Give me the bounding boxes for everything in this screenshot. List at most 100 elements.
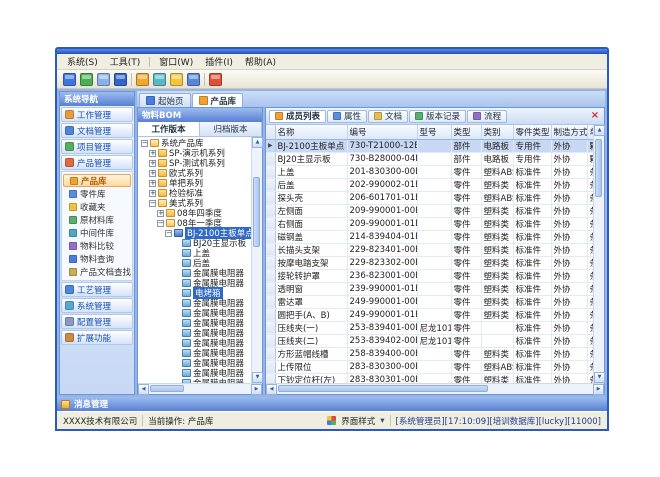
sidebar-item-0[interactable]: 产品库 <box>63 174 131 187</box>
sidebar-section-0[interactable]: 工作管理 <box>61 107 133 122</box>
sidebar-item-5[interactable]: 物料比较 <box>63 239 131 252</box>
scroll-left-icon[interactable] <box>266 384 277 395</box>
toolbar-message-icon[interactable] <box>170 73 183 86</box>
menu-help[interactable]: 帮助(A) <box>239 54 282 69</box>
table-row[interactable]: 上传限位283-830300-00E零件塑料ABS标准件外协条 <box>266 360 593 373</box>
detail-tab-4[interactable]: 流程 <box>467 110 507 123</box>
scrollbar-track[interactable] <box>252 148 262 372</box>
sidebar-item-7[interactable]: 产品文档查找 <box>63 265 131 278</box>
table-row[interactable]: 长描头支架229-823401-00E零件塑料类标准件外协条 <box>266 243 593 256</box>
table-row[interactable]: 左侧面209-990001-00E零件塑料类标准件外协条 <box>266 204 593 217</box>
scrollbar-thumb[interactable] <box>253 177 260 247</box>
scrollbar-thumb[interactable] <box>278 385 488 392</box>
minus-expander-icon[interactable]: − <box>141 140 148 147</box>
table-row[interactable]: 圆把手(A、B)249-990001-01E零件塑料类标准件外协条 <box>266 308 593 321</box>
toolbar-help-icon[interactable] <box>187 73 200 86</box>
minus-expander-icon[interactable]: − <box>149 200 156 207</box>
column-header[interactable]: 编号 <box>347 125 417 139</box>
scrollbar-thumb[interactable] <box>150 385 184 392</box>
table-row[interactable]: 接轮转护罩236-823001-00E零件塑料类标准件外协条 <box>266 269 593 282</box>
bom-version-tab-1[interactable]: 归档版本 <box>200 122 262 136</box>
message-panel-header[interactable]: 消息管理 <box>57 397 607 411</box>
sidebar-item-6[interactable]: 物料查询 <box>63 252 131 265</box>
column-header[interactable]: 类型 <box>451 125 481 139</box>
plus-expander-icon[interactable]: + <box>149 150 156 157</box>
plus-expander-icon[interactable]: + <box>149 190 156 197</box>
minus-expander-icon[interactable]: − <box>157 220 164 227</box>
column-header[interactable]: 零件类型 <box>513 125 551 139</box>
sidebar-section-5[interactable]: 系统管理 <box>61 298 133 313</box>
plus-expander-icon[interactable]: + <box>157 210 164 217</box>
menu-system[interactable]: 系统(S) <box>61 54 104 69</box>
table-row[interactable]: BJ20主显示板730-B28000-04E部件电路板专用件外协颗 <box>266 152 593 165</box>
scroll-right-icon[interactable] <box>251 384 262 395</box>
menu-window[interactable]: 窗口(W) <box>153 54 199 69</box>
scroll-down-icon[interactable] <box>252 372 263 383</box>
detail-tab-3[interactable]: 版本记录 <box>409 110 466 123</box>
chevron-down-icon[interactable] <box>380 416 384 426</box>
table-horizontal-scrollbar[interactable] <box>266 383 604 394</box>
scroll-up-icon[interactable] <box>594 125 605 136</box>
toolbar-forward-icon[interactable] <box>97 73 110 86</box>
detail-tab-1[interactable]: 属性 <box>327 110 367 123</box>
table-row[interactable]: 透明窗239-990001-01E零件塑料类标准件外协条 <box>266 282 593 295</box>
scroll-down-icon[interactable] <box>594 372 605 383</box>
toolbar-save-icon[interactable] <box>114 73 127 86</box>
sidebar-item-3[interactable]: 原材料库 <box>63 213 131 226</box>
tree-vertical-scrollbar[interactable] <box>251 137 262 383</box>
ui-style-selector[interactable]: 界面样式 <box>341 415 375 427</box>
scroll-up-icon[interactable] <box>252 137 263 148</box>
toolbar-home-icon[interactable] <box>63 73 76 86</box>
table-row[interactable]: 后盖202-990002-01E零件塑料类标准件外协条 <box>266 178 593 191</box>
plus-expander-icon[interactable]: + <box>149 160 156 167</box>
toolbar-back-icon[interactable] <box>80 73 93 86</box>
tab-0[interactable]: 起始页 <box>139 93 191 107</box>
table-row[interactable]: 按摩电踏支架229-823302-00E零件塑料类标准件外协条 <box>266 256 593 269</box>
plus-expander-icon[interactable]: + <box>149 170 156 177</box>
sidebar-section-1[interactable]: 文档管理 <box>61 123 133 138</box>
table-row[interactable]: 雷达罩249-990001-00E零件塑料类标准件外协条 <box>266 295 593 308</box>
table-row[interactable]: 上盖201-830300-00E零件塑料ABS标准件外协条 <box>266 165 593 178</box>
toolbar-exit-icon[interactable] <box>209 73 222 86</box>
sidebar-section-4[interactable]: 工艺管理 <box>61 282 133 297</box>
detail-tab-0[interactable]: 成员列表 <box>269 110 326 123</box>
table-row[interactable]: 下钞定位杆(左)283-830301-00E零件塑料类标准件外协条 <box>266 373 593 383</box>
table-row[interactable]: 压线夹(二)253-839402-00E尼龙1010零件标准件外协条 <box>266 334 593 347</box>
menu-plugins[interactable]: 插件(I) <box>199 54 239 69</box>
scrollbar-thumb[interactable] <box>595 139 602 197</box>
sidebar-item-label: 产品库 <box>81 175 107 187</box>
tab-1[interactable]: 产品库 <box>192 93 244 107</box>
tree-horizontal-scrollbar[interactable] <box>138 383 262 394</box>
scrollbar-track[interactable] <box>594 136 604 372</box>
column-header[interactable]: 制造方式 <box>551 125 587 139</box>
table-row[interactable]: 探头壳206-601701-01E零件塑料ABS标准件外协条 <box>266 191 593 204</box>
table-row[interactable]: 右侧面209-990001-01E零件塑料类标准件外协条 <box>266 217 593 230</box>
sidebar-item-1[interactable]: 零件库 <box>63 187 131 200</box>
table-row[interactable]: 磁钢盖214-839404-01E零件塑料类标准件外协条 <box>266 230 593 243</box>
scroll-right-icon[interactable] <box>593 384 604 395</box>
scrollbar-track[interactable] <box>149 384 251 394</box>
toolbar-settings-icon[interactable] <box>153 73 166 86</box>
table-row[interactable]: 压线夹(一)253-839401-00E尼龙1010零件标准件外协条 <box>266 321 593 334</box>
column-header[interactable]: 名称 <box>275 125 347 139</box>
menu-tools[interactable]: 工具(T) <box>104 54 147 69</box>
sidebar-section-3[interactable]: 产品管理 <box>61 155 133 170</box>
column-header[interactable]: 类别 <box>481 125 513 139</box>
column-header[interactable]: 型号 <box>417 125 451 139</box>
table-row[interactable]: 方形蓝帽线槽258-839400-00E零件塑料类标准件外协条 <box>266 347 593 360</box>
sidebar-item-4[interactable]: 中间件库 <box>63 226 131 239</box>
plus-expander-icon[interactable]: + <box>149 180 156 187</box>
table-vertical-scrollbar[interactable] <box>593 125 604 383</box>
scrollbar-track[interactable] <box>277 384 593 394</box>
sidebar-section-7[interactable]: 扩展功能 <box>61 330 133 345</box>
detail-tab-2[interactable]: 文档 <box>368 110 408 123</box>
sidebar-section-2[interactable]: 项目管理 <box>61 139 133 154</box>
toolbar-search-icon[interactable] <box>136 73 149 86</box>
close-icon[interactable] <box>589 110 601 122</box>
minus-expander-icon[interactable]: − <box>165 230 172 237</box>
sidebar-section-6[interactable]: 配置管理 <box>61 314 133 329</box>
bom-version-tab-0[interactable]: 工作版本 <box>138 122 200 136</box>
sidebar-item-2[interactable]: 收藏夹 <box>63 200 131 213</box>
table-row[interactable]: ▶BJ-2100主板单点730-T21000-12E部件电路板专用件外协颗 <box>266 139 593 152</box>
scroll-left-icon[interactable] <box>138 384 149 395</box>
